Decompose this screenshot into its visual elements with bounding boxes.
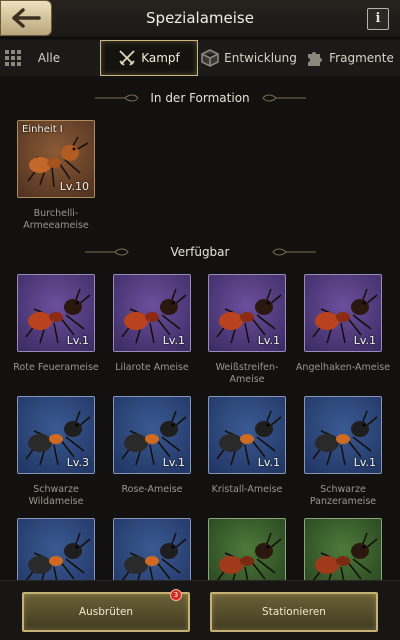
hatch-button[interactable]: Ausbrüten 3	[22, 589, 190, 632]
right-ornament	[262, 94, 306, 102]
ant-name: Angelhaken-Ameise	[295, 362, 391, 373]
tab-entwicklung-label: Entwicklung	[224, 51, 297, 65]
page-title: Spezialameise	[146, 9, 254, 27]
unit-label: Einheit I	[22, 124, 63, 135]
puzzle-icon	[308, 52, 323, 66]
formation-ant-card[interactable]: Einheit I Lv.10	[17, 120, 95, 198]
level-badge: Lv.1	[257, 456, 280, 469]
tab-alle[interactable]: Alle	[0, 40, 98, 76]
tab-bar: Alle Kampf Entwicklung Fragmente	[0, 40, 400, 76]
ant-name: Kristall-Ameise	[211, 484, 283, 495]
ant-card[interactable]: Lv.1	[113, 396, 191, 474]
station-button-label: Stationieren	[262, 606, 326, 618]
level-badge: Lv.1	[353, 456, 376, 469]
ant-card[interactable]: Lv.1	[113, 274, 191, 352]
grid-icon	[5, 50, 21, 66]
ant-card[interactable]: Lv.1	[304, 274, 382, 352]
level-badge: Lv.3	[66, 456, 89, 469]
ant-name: Rote Feuerameise	[13, 362, 99, 373]
level-badge: Lv.1	[162, 456, 185, 469]
level-badge: Lv.10	[59, 180, 89, 193]
ant-name: Rose-Ameise	[121, 484, 183, 495]
ant-name: Schwarze Panzerameise	[309, 484, 377, 507]
header-bar: Spezialameise i	[0, 0, 400, 38]
formation-section-title: In der Formation	[150, 91, 250, 105]
tab-alle-label: Alle	[37, 51, 61, 65]
hatch-button-label: Ausbrüten	[78, 606, 134, 618]
ant-card[interactable]: Lv.1	[304, 396, 382, 474]
tab-fragmente[interactable]: Fragmente	[300, 40, 400, 76]
cube-icon	[201, 49, 219, 67]
ant-card[interactable]: Lv.1	[208, 274, 286, 352]
available-section-title: Verfügbar	[170, 245, 230, 259]
tab-entwicklung[interactable]: Entwicklung	[200, 40, 298, 76]
level-badge: Lv.1	[353, 334, 376, 347]
level-badge: Lv.1	[162, 334, 185, 347]
crossed-swords-icon	[119, 50, 135, 66]
tab-kampf-label: Kampf	[141, 51, 180, 65]
tab-fragmente-label: Fragmente	[329, 51, 394, 65]
ant-name: Schwarze Wildameise	[28, 484, 84, 507]
ant-card[interactable]: Lv.3	[17, 396, 95, 474]
level-badge: Lv.1	[257, 334, 280, 347]
info-button[interactable]: i	[367, 8, 389, 30]
ant-name: Weißstreifen-Ameise	[215, 362, 279, 385]
notification-badge: 3	[170, 589, 182, 601]
tab-kampf[interactable]: Kampf	[100, 40, 198, 76]
right-ornament	[272, 248, 316, 256]
formation-ant-name: Burchelli-Armeeameise	[23, 208, 89, 231]
station-button[interactable]: Stationieren	[210, 592, 378, 632]
ant-card[interactable]: Lv.1	[208, 396, 286, 474]
level-badge: Lv.1	[66, 334, 89, 347]
ant-card[interactable]: Lv.1	[17, 274, 95, 352]
ant-name: Lilarote Ameise	[115, 362, 189, 373]
